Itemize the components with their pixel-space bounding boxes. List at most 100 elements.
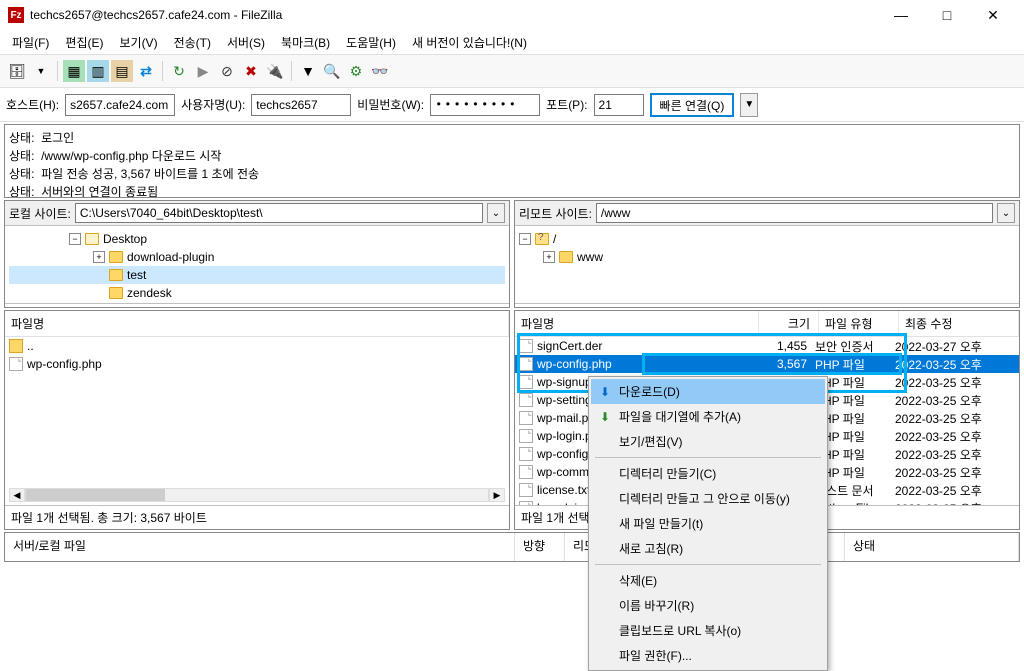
close-button[interactable]: ✕ xyxy=(970,0,1016,30)
ctx-create-directory[interactable]: 디렉터리 만들기(C) xyxy=(591,461,825,486)
queue-col-status[interactable]: 상태 xyxy=(845,533,1019,561)
ctx-add-to-queue[interactable]: ⬇ 파일을 대기열에 추가(A) xyxy=(591,404,825,429)
ctx-refresh[interactable]: 새로 고침(R) xyxy=(591,536,825,561)
refresh-icon[interactable]: ↻ xyxy=(168,60,190,82)
menu-bookmarks[interactable]: 북마크(B) xyxy=(273,32,338,53)
ctx-delete[interactable]: 삭제(E) xyxy=(591,568,825,593)
quick-connect-button[interactable]: 빠른 연결(Q) xyxy=(650,93,735,117)
menubar: 파일(F) 편집(E) 보기(V) 전송(T) 서버(S) 북마크(B) 도움말… xyxy=(0,30,1024,54)
file-date: 2022-03-25 오후 xyxy=(895,392,1015,409)
toggle-tree-icon[interactable]: ▥ xyxy=(87,60,109,82)
compare-icon[interactable]: 🔍 xyxy=(321,60,343,82)
toggle-queue-icon[interactable]: ▤ xyxy=(111,60,133,82)
menu-edit[interactable]: 편집(E) xyxy=(57,32,111,53)
reconnect-icon[interactable]: 🔌 xyxy=(264,60,286,82)
local-path-input[interactable] xyxy=(75,203,483,223)
list-row-up[interactable]: .. xyxy=(5,337,509,355)
list-row[interactable]: wp-config.php xyxy=(5,355,509,373)
remote-directory-tree[interactable]: −?/ +www xyxy=(515,226,1019,304)
sync-browse-icon[interactable]: ⇄ xyxy=(135,60,157,82)
tree-node[interactable]: +download-plugin xyxy=(9,248,505,266)
column-filename[interactable]: 파일명 xyxy=(5,311,509,336)
binoculars-icon[interactable]: 👓 xyxy=(369,60,391,82)
menu-help[interactable]: 도움말(H) xyxy=(338,32,404,53)
menu-file[interactable]: 파일(F) xyxy=(4,32,57,53)
list-row[interactable]: signCert.der1,455보안 인증서2022-03-27 오후 xyxy=(515,337,1019,355)
tree-node-selected[interactable]: test xyxy=(9,266,505,284)
filter-icon[interactable]: ▼ xyxy=(297,60,319,82)
site-panes: 로컬 사이트: ⌄ −Desktop +download-plugin test… xyxy=(4,200,1020,308)
download-arrow-icon: ⬇ xyxy=(597,384,613,400)
transfer-queue[interactable]: 서버/로컬 파일 방향 리모 상태 xyxy=(4,532,1020,562)
menu-server[interactable]: 서버(S) xyxy=(219,32,273,53)
local-status-bar: 파일 1개 선택됨. 총 크기: 3,567 바이트 xyxy=(5,505,509,529)
cancel-icon[interactable]: ⊘ xyxy=(216,60,238,82)
queue-header: 서버/로컬 파일 방향 리모 상태 xyxy=(5,533,1019,561)
column-filename[interactable]: 파일명 xyxy=(515,311,759,336)
ctx-create-directory-enter[interactable]: 디렉터리 만들고 그 안으로 이동(y) xyxy=(591,486,825,511)
minimize-button[interactable]: — xyxy=(878,0,924,30)
file-type: PHP 파일 xyxy=(815,356,895,373)
log-line: 상태: 서버와의 연결이 종료됨 xyxy=(9,183,1015,198)
remote-list-header: 파일명 크기 파일 유형 최종 수정 xyxy=(515,311,1019,337)
settings-icon[interactable]: ⚙ xyxy=(345,60,367,82)
file-icon xyxy=(519,501,533,505)
file-name: wp-config.php xyxy=(537,357,612,371)
remote-path-input[interactable] xyxy=(596,203,993,223)
queue-col-server-local[interactable]: 서버/로컬 파일 xyxy=(5,533,515,561)
list-row[interactable]: wp-config.php3,567PHP 파일2022-03-25 오후 xyxy=(515,355,1019,373)
menu-view[interactable]: 보기(V) xyxy=(111,32,165,53)
maximize-button[interactable]: □ xyxy=(924,0,970,30)
file-date: 2022-03-25 오후 xyxy=(895,410,1015,427)
toolbar-separator xyxy=(57,61,58,81)
local-site-label: 로컬 사이트: xyxy=(9,205,71,222)
file-size: 3,567 xyxy=(755,357,815,371)
queue-pane: 서버/로컬 파일 방향 리모 상태 xyxy=(4,532,1020,562)
menu-update[interactable]: 새 버전이 있습니다!(N) xyxy=(404,32,535,53)
ctx-view-edit[interactable]: 보기/편집(V) xyxy=(591,429,825,454)
site-manager-icon[interactable]: 🗄 xyxy=(6,60,28,82)
host-label: 호스트(H): xyxy=(6,96,59,113)
toolbar-separator xyxy=(291,61,292,81)
menu-transfer[interactable]: 전송(T) xyxy=(166,32,219,53)
username-label: 사용자명(U): xyxy=(181,96,245,113)
ctx-copy-url[interactable]: 클립보드로 URL 복사(o) xyxy=(591,618,825,643)
disconnect-icon[interactable]: ✖ xyxy=(240,60,262,82)
ctx-new-file[interactable]: 새 파일 만들기(t) xyxy=(591,511,825,536)
local-file-list[interactable]: 파일명 .. wp-config.php ◀▶ xyxy=(5,311,509,505)
toolbar-dropdown-icon[interactable]: ▼ xyxy=(30,60,52,82)
context-separator xyxy=(595,457,821,458)
ctx-rename[interactable]: 이름 바꾸기(R) xyxy=(591,593,825,618)
file-date: 2022-03-25 오후 xyxy=(895,446,1015,463)
ctx-download[interactable]: ⬇ 다운로드(D) xyxy=(591,379,825,404)
file-icon xyxy=(519,411,533,425)
message-log[interactable]: 상태: 로그인 상태: /www/wp-config.php 다운로드 시작 상… xyxy=(4,124,1020,198)
remote-pane: 리모트 사이트: ⌄ −?/ +www xyxy=(514,200,1020,308)
column-type[interactable]: 파일 유형 xyxy=(819,311,899,336)
username-input[interactable] xyxy=(251,94,351,116)
tree-node[interactable]: +www xyxy=(519,248,1015,266)
file-icon xyxy=(519,339,533,353)
port-label: 포트(P): xyxy=(546,96,587,113)
chevron-down-icon[interactable]: ⌄ xyxy=(487,203,505,223)
queue-col-direction[interactable]: 방향 xyxy=(515,533,565,561)
log-line: 상태: /www/wp-config.php 다운로드 시작 xyxy=(9,147,1015,165)
tree-node[interactable]: zendesk xyxy=(9,284,505,302)
add-queue-icon: ⬇ xyxy=(597,409,613,425)
local-directory-tree[interactable]: −Desktop +download-plugin test zendesk xyxy=(5,226,509,304)
column-size[interactable]: 크기 xyxy=(759,311,819,336)
file-date: 2022-03-25 오후 xyxy=(895,464,1015,481)
quick-connect-dropdown[interactable]: ▼ xyxy=(740,93,758,117)
horizontal-scrollbar[interactable]: ◀▶ xyxy=(9,487,505,503)
port-input[interactable] xyxy=(594,94,644,116)
host-input[interactable] xyxy=(65,94,175,116)
remote-site-label: 리모트 사이트: xyxy=(519,205,592,222)
password-input[interactable] xyxy=(430,94,540,116)
chevron-down-icon[interactable]: ⌄ xyxy=(997,203,1015,223)
column-date[interactable]: 최종 수정 xyxy=(899,311,1019,336)
toolbar-separator xyxy=(162,61,163,81)
process-queue-icon[interactable]: ▶ xyxy=(192,60,214,82)
tree-node[interactable]: −?/ xyxy=(519,230,1015,248)
toggle-log-icon[interactable]: ▦ xyxy=(63,60,85,82)
tree-node[interactable]: −Desktop xyxy=(9,230,505,248)
